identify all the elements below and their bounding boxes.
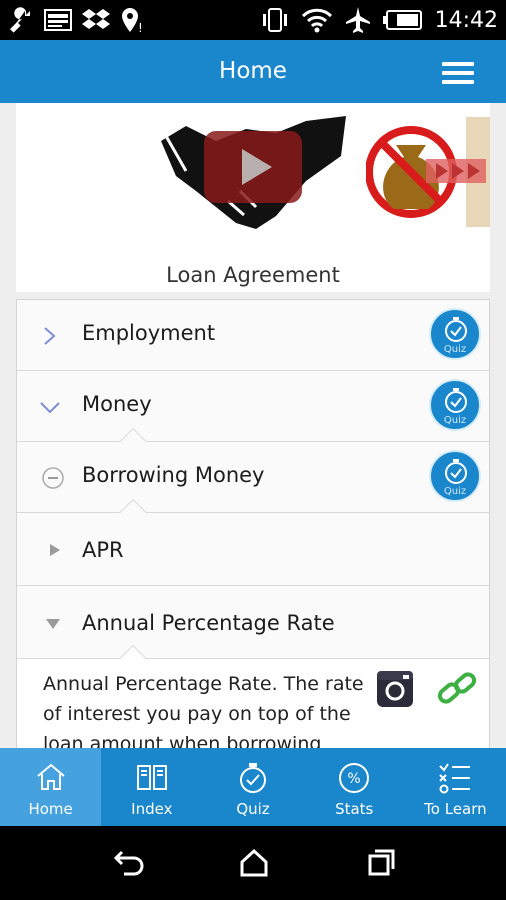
list-item-apr[interactable]: APR bbox=[17, 499, 489, 586]
hamburger-menu-icon[interactable] bbox=[442, 62, 474, 86]
triangle-down-icon bbox=[46, 619, 60, 629]
page-title: Home bbox=[219, 58, 287, 84]
list-item-annual-percentage-rate[interactable]: Annual Percentage Rate bbox=[17, 586, 489, 659]
app-bar: Home bbox=[0, 40, 506, 103]
tab-index[interactable]: Index bbox=[101, 748, 202, 826]
triangle-right-icon bbox=[50, 544, 60, 556]
list-item-label: APR bbox=[82, 538, 124, 562]
list-item-label: Annual Percentage Rate bbox=[82, 611, 335, 635]
tab-quiz[interactable]: Quiz bbox=[202, 748, 303, 826]
hero-caption: Loan Agreement bbox=[166, 263, 340, 287]
expand-notch bbox=[119, 428, 147, 442]
tab-label: To Learn bbox=[424, 800, 487, 818]
quiz-button[interactable]: Quiz bbox=[429, 308, 481, 360]
percent-icon: % bbox=[339, 763, 370, 793]
wifi-icon bbox=[301, 8, 332, 33]
tab-to-learn[interactable]: To Learn bbox=[405, 748, 506, 826]
list-item-label: Borrowing Money bbox=[82, 463, 265, 487]
image-icon bbox=[44, 9, 72, 31]
home-icon bbox=[36, 763, 65, 790]
stopwatch-icon bbox=[445, 388, 467, 413]
tab-stats[interactable]: % Stats bbox=[304, 748, 405, 826]
link-icon[interactable] bbox=[435, 669, 479, 709]
hero-card[interactable]: Loan Agreement bbox=[16, 103, 490, 292]
topic-list: Employment Quiz Money Quiz Borrowing Mon… bbox=[16, 299, 490, 748]
list-item-borrowing-money[interactable]: Borrowing Money Quiz bbox=[17, 428, 489, 513]
status-time: 14:42 bbox=[434, 7, 498, 33]
list-item-money[interactable]: Money Quiz bbox=[17, 371, 489, 442]
dropbox-icon bbox=[82, 9, 110, 29]
stopwatch-icon bbox=[240, 763, 266, 793]
book-icon bbox=[136, 765, 167, 790]
expand-notch bbox=[119, 645, 147, 659]
chevron-right-icon bbox=[44, 327, 56, 345]
vibrate-icon bbox=[262, 8, 287, 32]
tab-label: Home bbox=[28, 800, 73, 818]
bottom-tab-bar: Home Index Quiz % Stats To Learn bbox=[0, 748, 506, 826]
main-content: Loan Agreement Employment Quiz Money Qui… bbox=[0, 103, 506, 748]
svg-text:%: % bbox=[348, 771, 361, 787]
description-text: Annual Percentage Rate. The rate of inte… bbox=[43, 673, 364, 748]
tab-home[interactable]: Home bbox=[0, 748, 102, 826]
svg-text:!: ! bbox=[138, 21, 143, 34]
collapse-circle-icon bbox=[42, 467, 64, 489]
list-item-label: Money bbox=[82, 392, 152, 416]
home-nav-icon[interactable] bbox=[238, 848, 270, 878]
quiz-label: Quiz bbox=[443, 486, 467, 497]
list-item-employment[interactable]: Employment Quiz bbox=[17, 300, 489, 371]
expand-notch bbox=[119, 499, 147, 513]
chevron-down-icon bbox=[40, 402, 60, 414]
money-bag-prohibited-thumbnail[interactable] bbox=[366, 117, 490, 227]
back-icon[interactable] bbox=[112, 848, 146, 878]
stopwatch-icon bbox=[445, 459, 467, 484]
checklist-icon bbox=[439, 763, 471, 794]
status-bar: ! 14:42 bbox=[0, 0, 506, 40]
recents-icon[interactable] bbox=[366, 848, 398, 878]
quiz-label: Quiz bbox=[443, 344, 467, 355]
tab-label: Stats bbox=[335, 800, 374, 818]
stopwatch-icon bbox=[445, 317, 467, 342]
quiz-button[interactable]: Quiz bbox=[429, 379, 481, 431]
term-description: Annual Percentage Rate. The rate of inte… bbox=[17, 645, 489, 748]
wrench-icon bbox=[10, 7, 30, 33]
instagram-icon[interactable] bbox=[375, 669, 415, 709]
airplane-icon bbox=[345, 7, 370, 33]
system-nav-bar bbox=[0, 826, 506, 900]
handshake-video-thumbnail[interactable] bbox=[156, 111, 356, 251]
quiz-button[interactable]: Quiz bbox=[429, 450, 481, 502]
quiz-label: Quiz bbox=[443, 415, 467, 426]
battery-icon bbox=[382, 10, 422, 30]
list-item-label: Employment bbox=[82, 321, 216, 345]
tab-label: Index bbox=[131, 800, 173, 818]
tab-label: Quiz bbox=[236, 800, 270, 818]
location-icon: ! bbox=[122, 8, 143, 34]
